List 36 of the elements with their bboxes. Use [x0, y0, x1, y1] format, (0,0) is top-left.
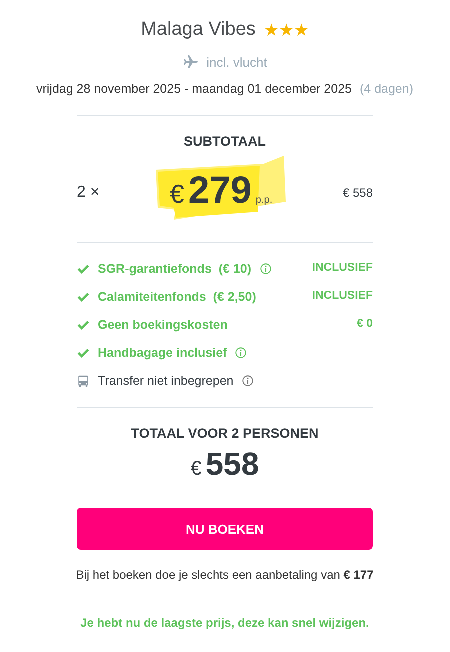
check-icon [77, 318, 90, 332]
star-icon: ★ [278, 18, 294, 43]
info-icon [242, 375, 254, 387]
feature-label: Calamiteitenfonds (€ 2,50) [98, 288, 256, 306]
price-per-person: 279 [188, 172, 252, 210]
feature-label: Geen boekingskosten [98, 316, 228, 334]
flight-label: incl. vlucht [206, 54, 268, 72]
feature-label: SGR-garantiefonds (€ 10) [98, 260, 252, 278]
duration-text: (4 dagen) [360, 81, 414, 98]
feature-value: € 0 [357, 317, 373, 332]
currency-symbol: € [190, 457, 202, 482]
feature-label: Transfer niet inbegrepen [98, 372, 234, 390]
hotel-name: Malaga Vibes [141, 18, 256, 42]
subtotal-amount: € 558 [342, 185, 373, 202]
airplane-icon [182, 54, 199, 70]
price-notice: Je hebt nu de laagste prijs, deze kan snel wijzigen. [80, 615, 370, 632]
star-icon: ★ [294, 18, 309, 43]
info-icon [260, 263, 272, 275]
total-title: TOTAAL VOOR 2 PERSONEN [130, 425, 320, 443]
feature-value: INCLUSIEF [312, 289, 373, 304]
deposit-note: Bij het boeken doe je slechts een aanbetaling van € 177 [75, 567, 375, 584]
feature-value: INCLUSIEF [312, 261, 373, 276]
check-icon [77, 290, 90, 304]
per-person-label: p.p. [256, 194, 273, 208]
feature-label: Handbagage inclusief [98, 344, 228, 362]
star-icon: ★ [264, 18, 279, 43]
book-button[interactable]: NU BOEKEN [77, 508, 373, 550]
info-icon [235, 347, 248, 359]
date-range: vrijdag 28 november 2025 - maandag 01 december 2025 [36, 81, 352, 98]
total-amount: 558 [206, 448, 260, 480]
check-icon [77, 346, 90, 360]
bus-icon [77, 374, 90, 388]
currency-symbol: € [170, 178, 185, 211]
subtotal-title: SUBTOTAAL [183, 132, 267, 151]
quantity-text: 2 × [77, 183, 100, 203]
check-icon [77, 262, 90, 276]
